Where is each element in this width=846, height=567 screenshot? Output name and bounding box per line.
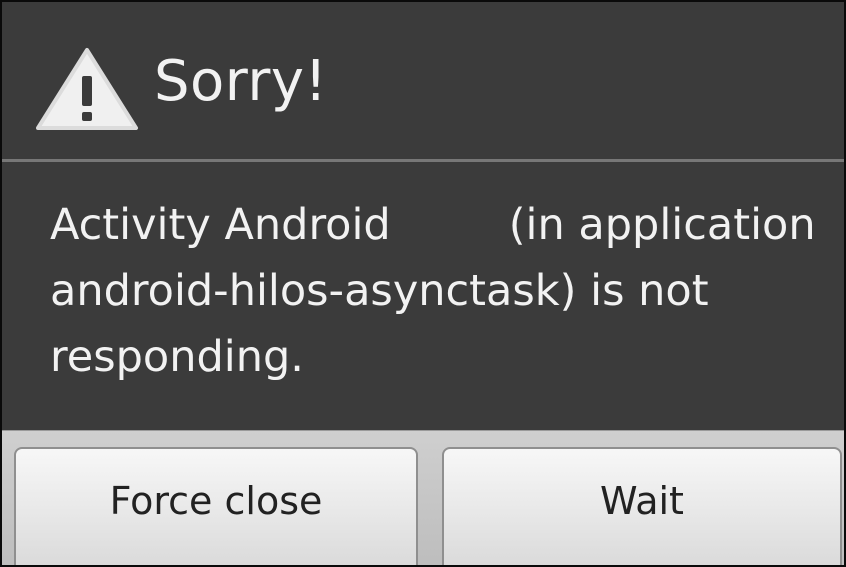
- dialog-message: Activity Android (in application android-…: [50, 192, 820, 390]
- force-close-button[interactable]: Force close: [14, 447, 418, 565]
- wait-button[interactable]: Wait: [442, 447, 842, 565]
- dialog-title: Sorry!: [154, 49, 328, 114]
- anr-dialog: Sorry! Activity Android (in application a…: [0, 0, 846, 567]
- message-activity-text: Activity Android: [50, 200, 391, 250]
- warning-icon: [32, 44, 142, 134]
- dialog-title-bar: Sorry!: [2, 2, 844, 160]
- dialog-button-bar: Force close Wait: [2, 430, 844, 565]
- title-divider: [2, 159, 844, 162]
